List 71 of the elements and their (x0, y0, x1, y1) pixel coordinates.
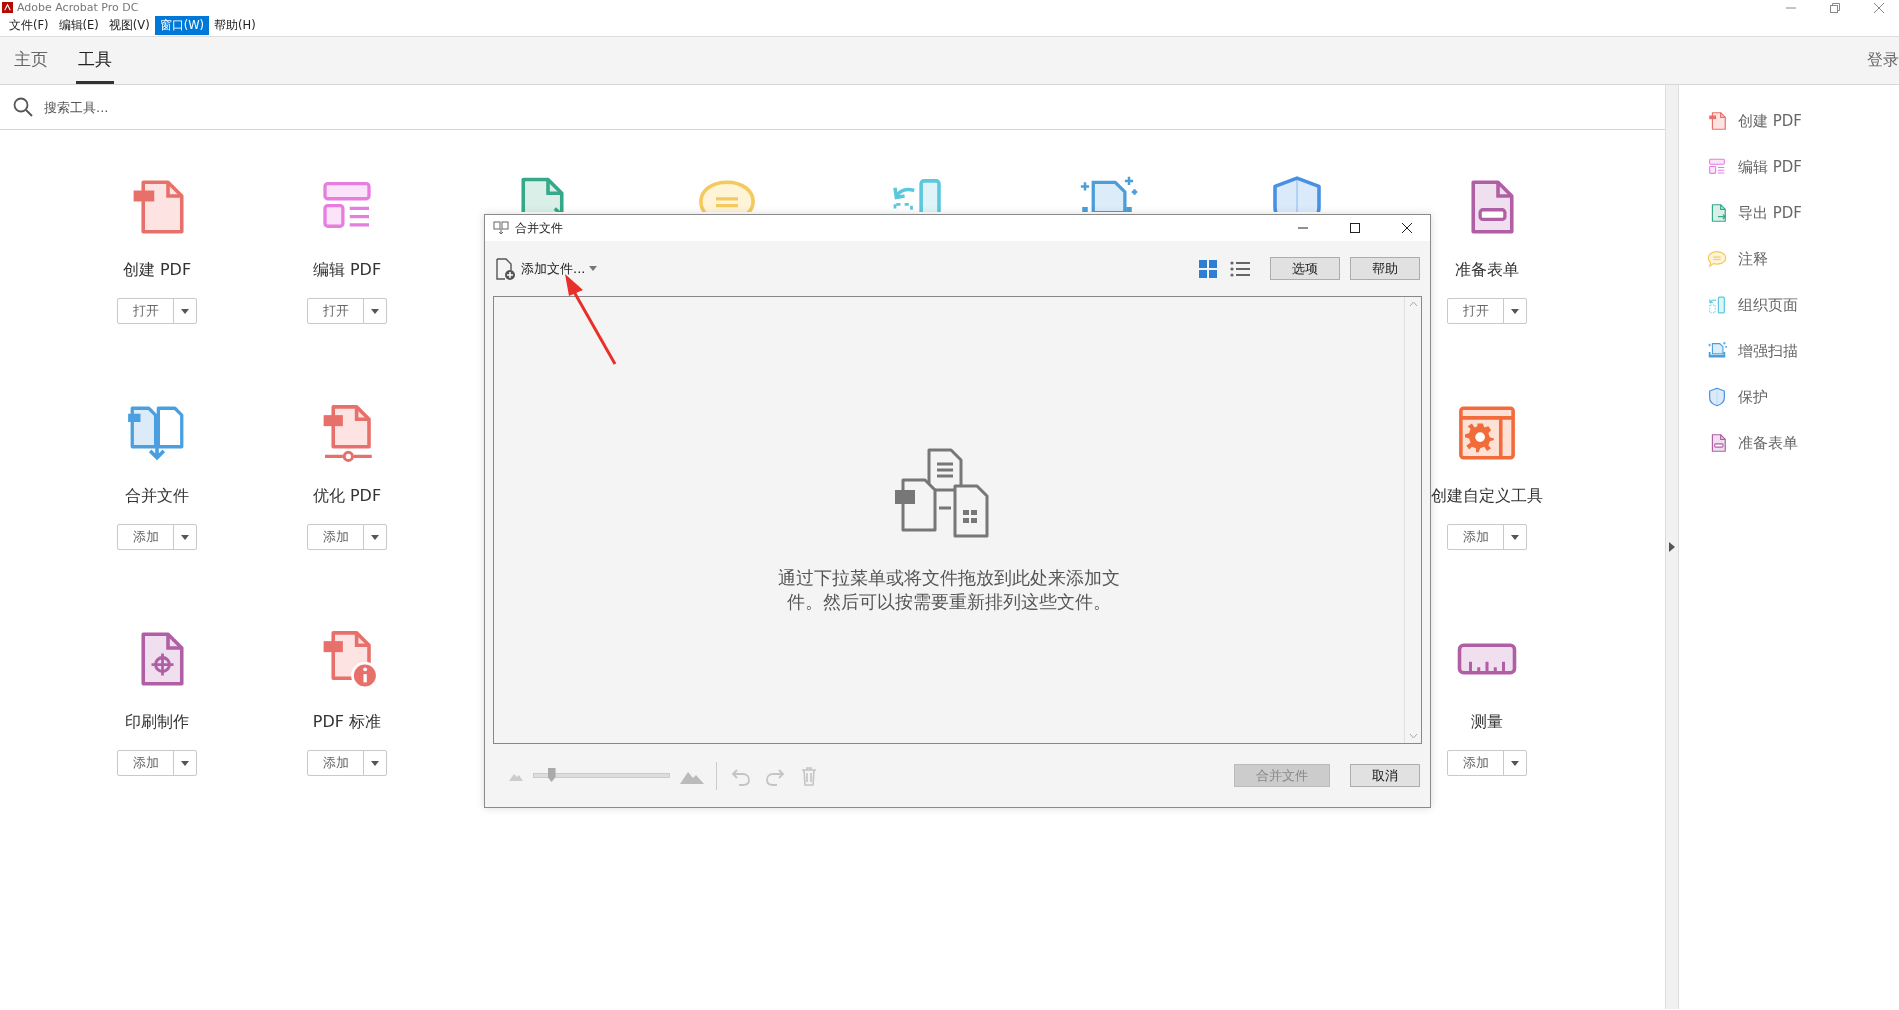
menu-item[interactable]: 帮助(H) (209, 16, 261, 35)
caret-icon[interactable] (181, 308, 189, 314)
speech-bubble-icon (1706, 248, 1728, 270)
tab[interactable]: 工具 (76, 37, 114, 84)
split-button[interactable]: 添加 (307, 524, 387, 550)
caret-icon[interactable] (1511, 308, 1519, 314)
split-button[interactable]: 添加 (117, 524, 197, 550)
close-icon (1401, 222, 1413, 234)
menu-item[interactable]: 视图(V) (103, 16, 155, 35)
slider-thumb[interactable] (547, 768, 556, 782)
caret-icon (589, 266, 598, 271)
caret-icon[interactable] (371, 534, 379, 540)
document-icon (1706, 110, 1728, 132)
tool-name: 创建 PDF (122, 260, 192, 281)
tool-name: 优化 PDF (312, 486, 382, 507)
drop-area[interactable]: 通过下拉菜单或将文件拖放到此处来添加文件。然后可以按需要重新排列这些文件。 (493, 296, 1422, 744)
scroll-down-icon[interactable] (1408, 733, 1418, 739)
split-button[interactable]: 添加 (1447, 524, 1527, 550)
pages-arrow-icon (1706, 294, 1728, 316)
sidebar-item[interactable]: 导出 PDF (1706, 190, 1899, 236)
tool-name: 测量 (1471, 712, 1503, 733)
tool-name: 印刷制作 (125, 712, 189, 733)
split-button[interactable]: 添加 (117, 750, 197, 776)
caret-icon[interactable] (181, 760, 189, 766)
caret-icon[interactable] (1511, 534, 1519, 540)
tool-name: 编辑 PDF (312, 260, 382, 281)
sidebar-item[interactable]: 创建 PDF (1706, 98, 1899, 144)
dialog-icon (493, 221, 509, 235)
trash-icon (799, 765, 819, 786)
sidebar-item[interactable]: 保护 (1706, 374, 1899, 420)
split-button[interactable]: 打开 (307, 298, 387, 324)
app-logo-icon (2, 2, 13, 13)
dialog-button[interactable]: 帮助 (1350, 257, 1420, 280)
menu-item[interactable]: 窗口(W) (154, 16, 210, 35)
tool-name: 准备表单 (1455, 260, 1519, 281)
add-files-button[interactable]: 添加文件... (495, 256, 598, 281)
dialog-title: 合并文件 (515, 219, 563, 237)
restore-icon[interactable] (1829, 1, 1841, 14)
maximize-icon (1349, 222, 1361, 234)
hint-text: 通过下拉菜单或将文件拖放到此处来添加文件。然后可以按需要重新排列这些文件。 (777, 565, 1121, 614)
sidebar-item[interactable]: 组织页面 (1706, 282, 1899, 328)
tool-name: PDF 标准 (312, 712, 382, 733)
search-icon (12, 96, 34, 118)
split-button[interactable]: 打开 (117, 298, 197, 324)
sidebar-item[interactable]: 增强扫描 (1706, 328, 1899, 374)
split-button[interactable]: 添加 (307, 750, 387, 776)
expand-arrow-icon[interactable] (1669, 542, 1675, 552)
scroll-up-icon[interactable] (1408, 301, 1418, 307)
tab[interactable]: 主页 (12, 37, 50, 84)
zoom-slider[interactable] (533, 768, 670, 783)
split-button[interactable]: 添加 (1447, 750, 1527, 776)
sign-in-link[interactable]: 登录 (1867, 50, 1899, 71)
dialog-button[interactable]: 选项 (1270, 257, 1340, 280)
sidebar-item[interactable]: 编辑 PDF (1706, 144, 1899, 190)
menu-item[interactable]: 编辑(E) (53, 16, 104, 35)
caret-icon[interactable] (371, 308, 379, 314)
dialog-button[interactable]: 取消 (1350, 764, 1420, 787)
shield-icon (1706, 386, 1728, 408)
tool-name: 创建自定义工具 (1431, 486, 1543, 507)
close-icon[interactable] (1873, 1, 1885, 14)
sidebar-item[interactable]: 注释 (1706, 236, 1899, 282)
caret-icon[interactable] (371, 760, 379, 766)
caret-icon[interactable] (1511, 760, 1519, 766)
split-button[interactable]: 打开 (1447, 298, 1527, 324)
window-title: Adobe Acrobat Pro DC (17, 1, 139, 14)
tool-name: 合并文件 (125, 486, 189, 507)
search-field[interactable]: 搜索工具... (42, 98, 346, 116)
sidebar-item[interactable]: 准备表单 (1706, 420, 1899, 466)
caret-icon[interactable] (181, 534, 189, 540)
add-document-icon (495, 256, 517, 281)
menu-item[interactable]: 文件(F) (4, 16, 54, 35)
